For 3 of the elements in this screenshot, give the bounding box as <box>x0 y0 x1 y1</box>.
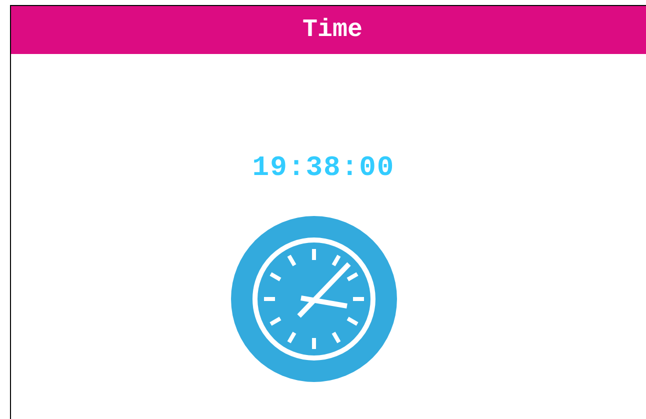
clock-icon <box>230 216 396 382</box>
panel-title: Time <box>302 14 362 46</box>
time-display: 19:38:00 <box>252 152 395 186</box>
